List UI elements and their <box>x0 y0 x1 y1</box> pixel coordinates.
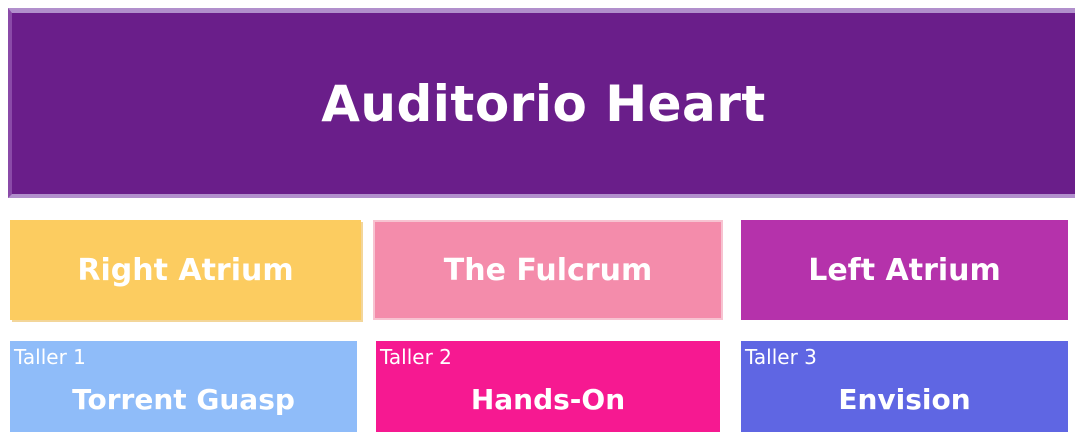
taller-2-block[interactable]: Taller 2 Hands-On <box>376 341 720 432</box>
taller-name: Envision <box>838 383 971 416</box>
room-the-fulcrum[interactable]: The Fulcrum <box>373 220 723 320</box>
taller-1-block[interactable]: Taller 1 Torrent Guasp <box>10 341 357 432</box>
room-label: The Fulcrum <box>443 252 653 288</box>
room-left-atrium[interactable]: Left Atrium <box>741 220 1068 320</box>
room-right-atrium[interactable]: Right Atrium <box>10 220 361 320</box>
taller-3-block[interactable]: Taller 3 Envision <box>741 341 1068 432</box>
room-label: Left Atrium <box>808 252 1001 288</box>
taller-number: Taller 3 <box>745 345 817 369</box>
taller-name: Torrent Guasp <box>72 383 295 416</box>
auditorio-heart-block[interactable]: Auditorio Heart <box>8 8 1075 198</box>
taller-name: Hands-On <box>470 383 626 416</box>
taller-number: Taller 1 <box>14 345 86 369</box>
room-label: Right Atrium <box>77 252 294 288</box>
taller-number: Taller 2 <box>380 345 452 369</box>
auditorio-title: Auditorio Heart <box>321 74 766 133</box>
venue-map: Auditorio Heart Right Atrium The Fulcrum… <box>0 0 1075 432</box>
